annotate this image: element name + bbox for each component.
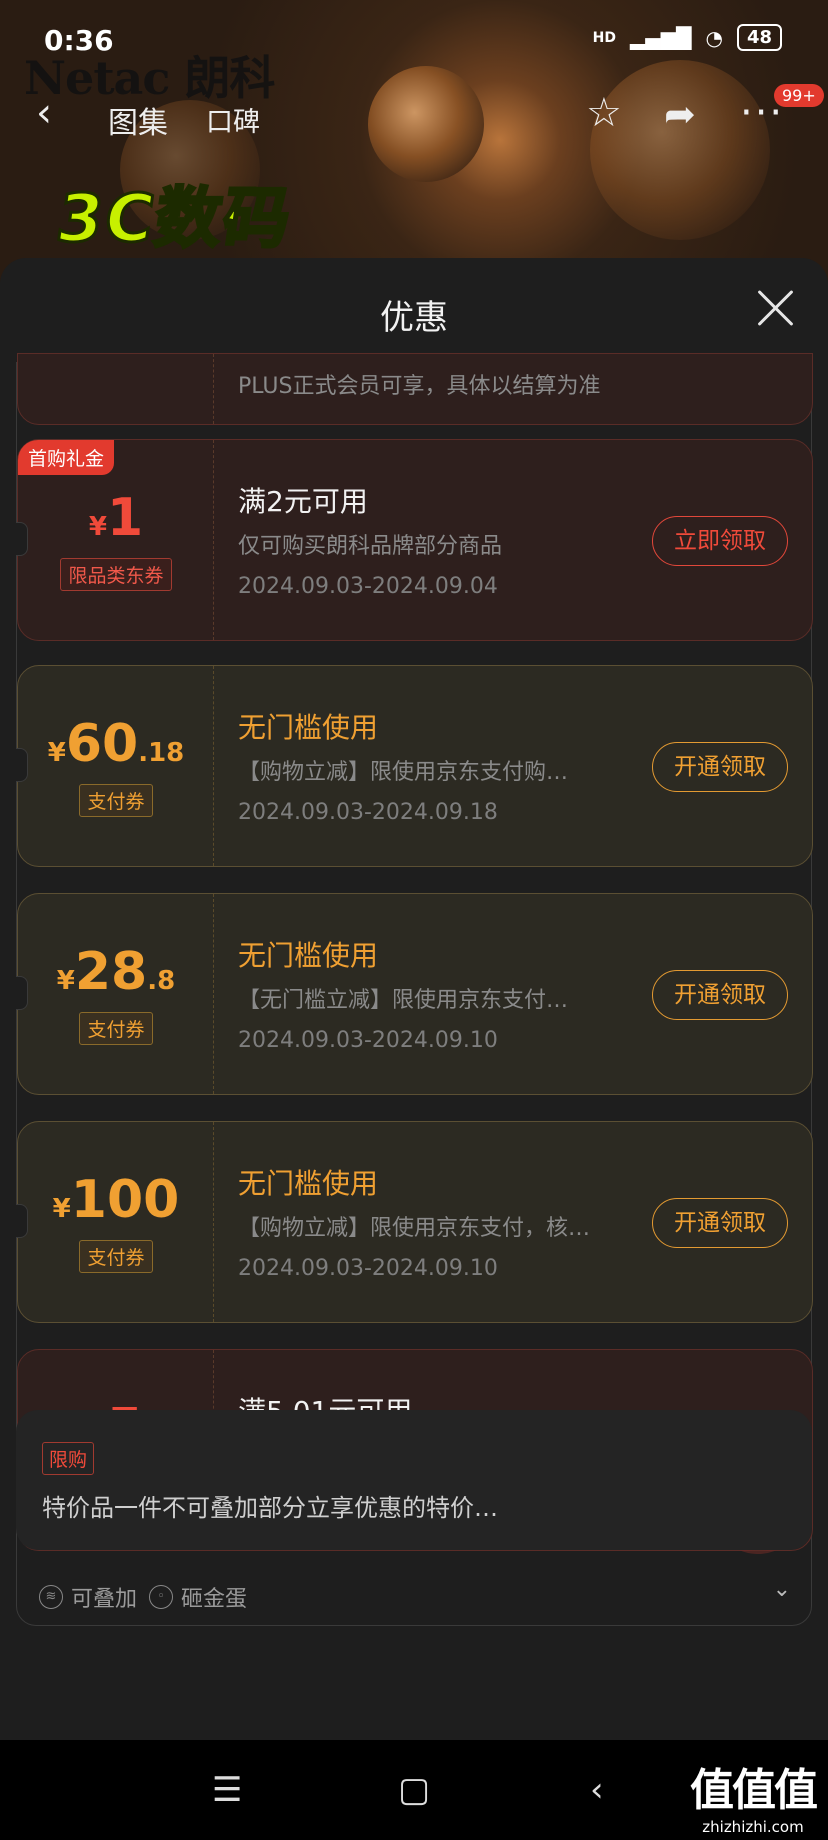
coupon-action-button[interactable]: 开通领取 bbox=[652, 742, 788, 792]
tab-gallery[interactable]: 图集 bbox=[108, 98, 168, 142]
coupon-value: 28 bbox=[74, 942, 148, 1002]
watermark: 值值值 zhizhizhi.com bbox=[690, 1754, 818, 1836]
tab-reviews[interactable]: 口碑 bbox=[206, 100, 260, 139]
stackable-label: ≋ 可叠加 bbox=[39, 1581, 137, 1613]
coupon-action-button[interactable]: 立即领取 bbox=[652, 516, 788, 566]
sheet-title: 优惠 bbox=[380, 298, 448, 338]
coupon-partial-text: PLUS正式会员可享，具体以结算为准 bbox=[238, 374, 601, 399]
menu-nav-button[interactable]: ☰ bbox=[212, 1770, 242, 1810]
coupon-type-tag: 限品类东券 bbox=[60, 558, 172, 591]
coupon-type-tag: 支付券 bbox=[79, 784, 153, 817]
coupon-amount: ¥60.18 bbox=[18, 714, 214, 774]
favorite-button[interactable]: ☆ bbox=[586, 90, 622, 136]
home-nav-button[interactable]: ▢ bbox=[398, 1770, 430, 1810]
network-icon: HD bbox=[592, 29, 616, 46]
coupon-title: 无门槛使用 bbox=[238, 1167, 379, 1200]
coupon-partial: PLUS正式会员可享，具体以结算为准 bbox=[17, 353, 813, 425]
golden-egg-label: ◦ 砸金蛋 bbox=[149, 1581, 247, 1613]
coupon-date: 2024.09.03-2024.09.10 bbox=[238, 1256, 498, 1281]
watermark-logo: 值值值 bbox=[690, 1765, 818, 1816]
stack-icon: ≋ bbox=[39, 1585, 63, 1609]
chevron-down-icon: ⌄ bbox=[772, 1577, 791, 1602]
system-nav-bar: ☰ ▢ ‹ 值值值 zhizhizhi.com bbox=[0, 1740, 828, 1840]
watermark-url: zhizhizhi.com bbox=[702, 1818, 804, 1836]
coupon-value: 60 bbox=[65, 714, 139, 774]
sheet-header: 优惠 bbox=[0, 258, 828, 364]
coupon-currency: ¥ bbox=[56, 966, 75, 996]
egg-icon: ◦ bbox=[149, 1585, 173, 1609]
decor-orb bbox=[590, 60, 770, 240]
battery-icon: 48 bbox=[736, 24, 782, 51]
coupon-action-button[interactable]: 开通领取 bbox=[652, 1198, 788, 1248]
status-icons: HD ▂▄▆█ ◔ 48 bbox=[593, 24, 782, 51]
wifi-icon: ◔ bbox=[705, 25, 723, 50]
star-icon: ☆ bbox=[586, 90, 622, 136]
limit-tag: 限购 bbox=[42, 1442, 95, 1475]
square-icon: ▢ bbox=[398, 1770, 431, 1810]
coupon-card[interactable]: ¥100 支付券 无门槛使用【购物立减】限使用京东支付，核… 2024.09.03-2… bbox=[16, 1121, 813, 1323]
share-icon: ➦ bbox=[664, 92, 696, 136]
signal-icon: ▂▄▆█ bbox=[629, 25, 692, 50]
coupon-date: 2024.09.03-2024.09.10 bbox=[238, 1028, 498, 1053]
close-button[interactable] bbox=[754, 286, 798, 330]
coupon-description: 【购物立减】限使用京东支付，核… bbox=[238, 1216, 591, 1241]
top-nav: ‹ 图集 口碑 ☆ ➦ ··· 99+ bbox=[0, 84, 828, 150]
coupon-card[interactable]: ¥60.18 支付券 无门槛使用【购物立减】限使用京东支付购… 2024.09.03-… bbox=[16, 665, 813, 867]
coupon-amount: ¥100 bbox=[18, 1170, 214, 1230]
coupon-action-button[interactable]: 开通领取 bbox=[652, 970, 788, 1020]
coupon-value: 100 bbox=[70, 1170, 180, 1230]
discount-sheet: 优惠 PLUS正式会员可享，具体以结算为准 首购礼金 ¥1 限品类东券 满2元可用仅可… bbox=[0, 258, 828, 1740]
coupon-date: 2024.09.03-2024.09.04 bbox=[238, 574, 498, 599]
coupon-title: 无门槛使用 bbox=[238, 711, 379, 744]
chevron-left-icon: ‹ bbox=[36, 90, 52, 136]
coupon-description: 【购物立减】限使用京东支付购… bbox=[238, 760, 569, 785]
coupon-footer: ≋ 可叠加 ◦ 砸金蛋 ⌄ bbox=[17, 1563, 813, 1623]
promo-art: 3C数码 bbox=[50, 179, 298, 259]
coupon-currency: ¥ bbox=[47, 738, 66, 768]
expand-button[interactable]: ⌄ bbox=[773, 1577, 791, 1602]
coupon-description: 【无门槛立减】限使用京东支付… bbox=[238, 988, 569, 1013]
coupon-date: 2024.09.03-2024.09.18 bbox=[238, 800, 498, 825]
message-badge: 99+ bbox=[774, 84, 824, 107]
coupon-value: 1 bbox=[106, 488, 144, 548]
coupon-description: 仅可购买朗科品牌部分商品 bbox=[238, 534, 503, 559]
coupon-currency: ¥ bbox=[88, 512, 107, 542]
coupon-value-decimal: .18 bbox=[138, 738, 185, 768]
limit-card: 限购 特价品一件不可叠加部分立享优惠的特价… bbox=[16, 1410, 812, 1550]
back-nav-button[interactable]: ‹ bbox=[590, 1770, 604, 1810]
coupon-value-decimal: .8 bbox=[147, 966, 176, 996]
coupon-title: 满2元可用 bbox=[238, 485, 368, 518]
coupon-card[interactable]: 首购礼金 ¥1 限品类东券 满2元可用仅可购买朗科品牌部分商品 2024.09.03-2… bbox=[16, 439, 813, 641]
coupon-type-tag: 支付券 bbox=[79, 1012, 153, 1045]
limit-text: 特价品一件不可叠加部分立享优惠的特价… bbox=[42, 1494, 498, 1522]
coupon-title: 无门槛使用 bbox=[238, 939, 379, 972]
coupon-corner-tag: 首购礼金 bbox=[18, 440, 115, 475]
coupon-type-tag: 支付券 bbox=[79, 1240, 153, 1273]
coupon-amount: ¥1 bbox=[18, 488, 214, 548]
chevron-left-icon: ‹ bbox=[590, 1770, 604, 1810]
coupon-amount: ¥28.8 bbox=[18, 942, 214, 1002]
back-button[interactable]: ‹ bbox=[36, 90, 52, 136]
menu-icon: ☰ bbox=[212, 1770, 243, 1810]
share-button[interactable]: ➦ bbox=[664, 92, 696, 136]
coupon-card[interactable]: ¥28.8 支付券 无门槛使用【无门槛立减】限使用京东支付… 2024.09.03-2… bbox=[16, 893, 813, 1095]
coupon-currency: ¥ bbox=[52, 1194, 71, 1224]
